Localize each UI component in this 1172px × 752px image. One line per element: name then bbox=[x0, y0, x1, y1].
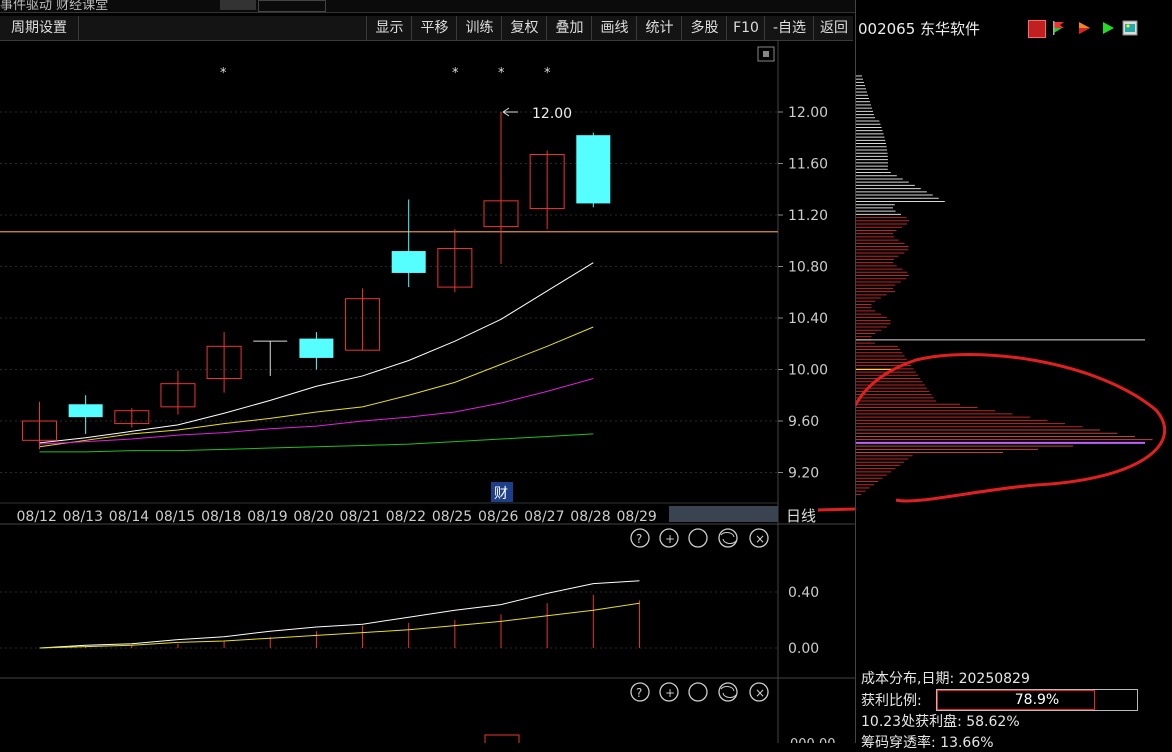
date-label: 08/26 bbox=[478, 509, 518, 525]
bottom-y-tick-label: 000.00 bbox=[790, 737, 836, 743]
event-star-marker: * bbox=[544, 66, 551, 81]
sub-y-tick-label: 0.40 bbox=[788, 585, 819, 601]
toolbar-button-10[interactable]: 返回 bbox=[813, 16, 854, 40]
stock-title: 002065 东华软件 bbox=[858, 20, 981, 38]
event-star-marker: * bbox=[498, 66, 505, 81]
image-icon[interactable] bbox=[1122, 20, 1138, 36]
zoom-glyph: + bbox=[665, 532, 675, 546]
cost-distribution-icon[interactable] bbox=[1028, 20, 1046, 38]
date-label: 08/22 bbox=[386, 509, 426, 525]
event-badge-label: 财 bbox=[494, 486, 508, 502]
ma-line-3 bbox=[39, 433, 594, 453]
period-settings-button[interactable]: 周期设置 bbox=[0, 16, 79, 40]
date-label: 08/21 bbox=[340, 509, 380, 525]
bottom-candle bbox=[484, 734, 520, 743]
triangle-icon[interactable] bbox=[1076, 20, 1092, 36]
event-star-marker: * bbox=[220, 66, 227, 81]
profit-at-price: 10.23处获利盘: 58.62% bbox=[861, 714, 1020, 730]
y-tick-label: 10.40 bbox=[788, 311, 828, 327]
top-strip-title: 事件驱动 财经课堂 bbox=[0, 0, 109, 13]
candle-body bbox=[391, 251, 426, 273]
toolbar-button-0[interactable]: 显示 bbox=[366, 16, 412, 40]
play-icon[interactable] bbox=[1100, 20, 1116, 36]
toolbar-button-4[interactable]: 叠加 bbox=[546, 16, 592, 40]
settings-icon[interactable] bbox=[688, 682, 708, 702]
refresh-icon[interactable] bbox=[718, 682, 738, 702]
zoom-glyph: + bbox=[665, 686, 675, 700]
right-pane: 002065 东华软件 成本分布,日期: 20250829 获利比例: 78.9… bbox=[855, 0, 1172, 751]
scrollbar-thumb[interactable] bbox=[669, 506, 778, 522]
date-label: 08/15 bbox=[155, 509, 195, 525]
event-star-marker: * bbox=[452, 66, 459, 81]
refresh-glyph bbox=[720, 686, 737, 698]
y-tick-label: 10.80 bbox=[788, 260, 828, 276]
period-label: 日线 bbox=[786, 507, 816, 525]
date-label: 08/18 bbox=[201, 509, 241, 525]
top-strip-badge[interactable] bbox=[220, 0, 256, 10]
top-strip-field[interactable] bbox=[258, 0, 326, 12]
expand-button-inner bbox=[763, 51, 769, 57]
refresh-icon[interactable] bbox=[718, 528, 738, 548]
date-label: 08/13 bbox=[63, 509, 103, 525]
close-glyph: × bbox=[755, 532, 765, 546]
profit-ratio-value: 78.9% bbox=[1014, 692, 1060, 708]
y-tick-label: 11.60 bbox=[788, 157, 828, 173]
annotation-ellipse bbox=[856, 352, 1167, 503]
y-tick-label: 9.60 bbox=[788, 414, 819, 430]
help-glyph: ? bbox=[636, 686, 642, 700]
date-label: 08/29 bbox=[616, 509, 656, 525]
profit-ratio-label: 获利比例: bbox=[861, 693, 922, 709]
date-label: 08/27 bbox=[524, 509, 564, 525]
candle-body bbox=[68, 404, 103, 418]
top-strip: 事件驱动 财经课堂 bbox=[0, 0, 860, 13]
cost-title: 成本分布,日期: 20250829 bbox=[861, 671, 1030, 687]
candle-body bbox=[576, 135, 611, 204]
date-label: 08/19 bbox=[247, 509, 287, 525]
sub-white-line bbox=[39, 580, 640, 649]
annotation-stroke bbox=[817, 507, 855, 512]
date-label: 08/20 bbox=[293, 509, 333, 525]
candle-body bbox=[299, 338, 334, 358]
toolbar-button-5[interactable]: 画线 bbox=[591, 16, 637, 40]
date-label: 08/25 bbox=[432, 509, 472, 525]
y-tick-label: 9.20 bbox=[788, 466, 819, 482]
chart-toolbar: 周期设置 显示 平移 训练 复权 叠加 画线 统计 多股 F10 -自选 返回 bbox=[0, 16, 853, 41]
toolbar-button-8[interactable]: F10 bbox=[726, 16, 765, 40]
date-label: 08/14 bbox=[109, 509, 149, 525]
y-tick-label: 11.20 bbox=[788, 208, 828, 224]
date-label: 08/28 bbox=[570, 509, 610, 525]
max-price-label: 12.00 bbox=[532, 106, 572, 122]
toolbar-button-3[interactable]: 复权 bbox=[501, 16, 547, 40]
sub-y-tick-label: 0.00 bbox=[788, 641, 819, 657]
flag-icon[interactable] bbox=[1052, 20, 1068, 36]
refresh-glyph bbox=[720, 532, 737, 544]
chip-concentration: 筹码穿透率: 13.66% bbox=[861, 735, 994, 751]
y-tick-label: 12.00 bbox=[788, 105, 828, 121]
toolbar-button-7[interactable]: 多股 bbox=[681, 16, 727, 40]
toolbar-button-1[interactable]: 平移 bbox=[411, 16, 457, 40]
toolbar-button-9[interactable]: -自选 bbox=[764, 16, 814, 40]
profit-ratio-bar: 78.9% bbox=[936, 689, 1138, 711]
help-glyph: ? bbox=[636, 532, 642, 546]
toolbar-button-6[interactable]: 统计 bbox=[636, 16, 682, 40]
settings-icon[interactable] bbox=[688, 528, 708, 548]
y-tick-label: 10.00 bbox=[788, 363, 828, 379]
close-glyph: × bbox=[755, 686, 765, 700]
ma-line-2 bbox=[39, 378, 594, 445]
cost-distribution-chart bbox=[856, 75, 1167, 503]
kline-chart[interactable]: 12.00 11.60 11.20 10.80 10.40 10.00 9.60 9.20 12… bbox=[0, 40, 855, 743]
toolbar-button-2[interactable]: 训练 bbox=[456, 16, 502, 40]
date-label: 08/12 bbox=[17, 509, 57, 525]
